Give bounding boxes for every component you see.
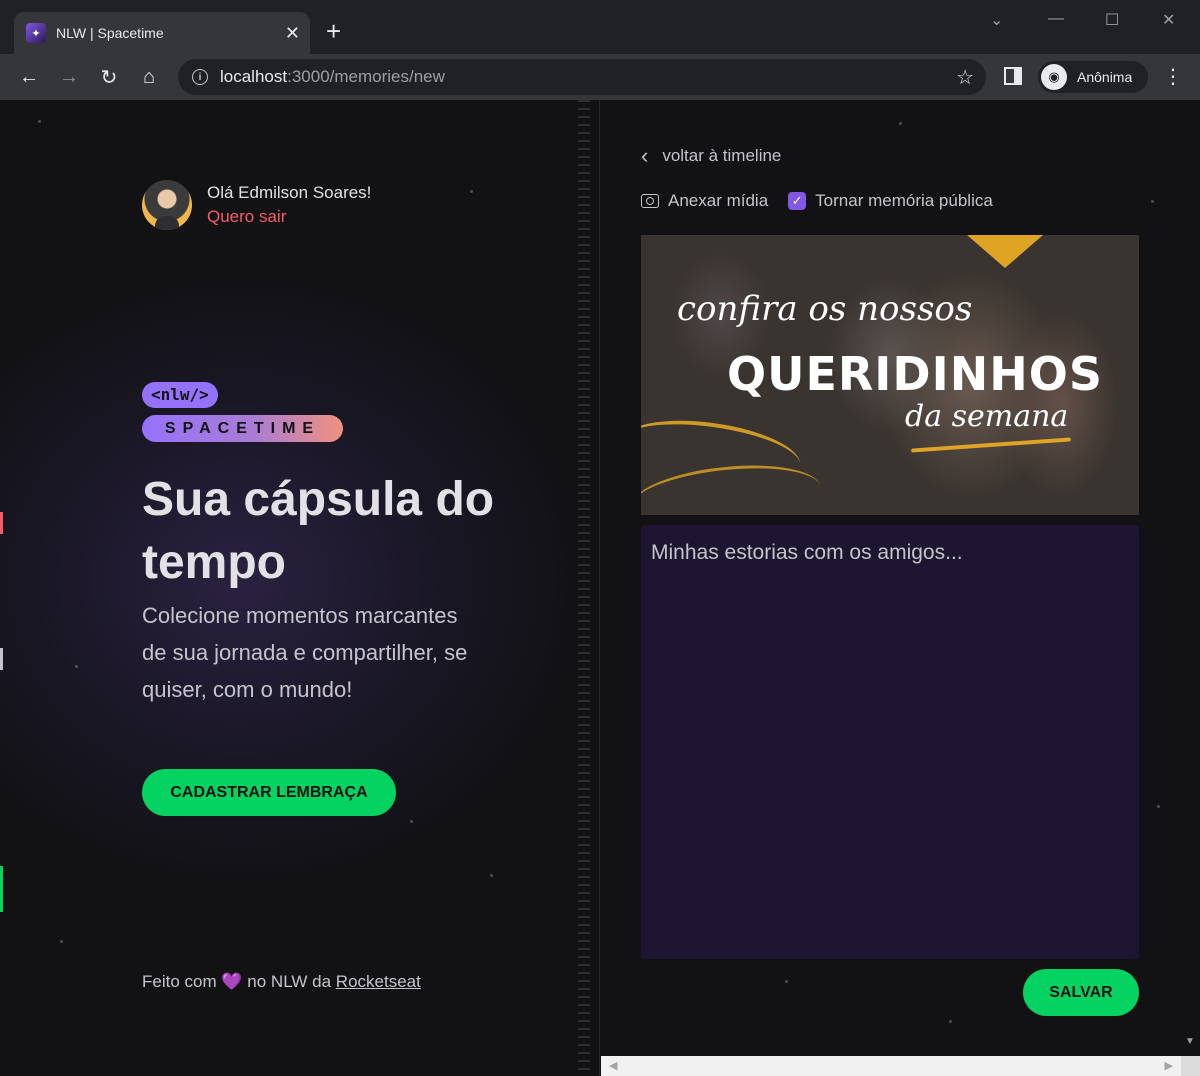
- info-icon[interactable]: i: [192, 69, 208, 85]
- public-label: Tornar memória pública: [815, 191, 993, 210]
- browser-toolbar: ← → ↻ ⌂ i localhost:3000/memories/new ☆ …: [0, 54, 1200, 100]
- incognito-icon: ◉: [1041, 64, 1067, 90]
- form-options: Anexar mídia ✓ Tornar memória pública: [641, 191, 993, 211]
- bookmark-star-icon[interactable]: ☆: [956, 65, 974, 90]
- memory-form: ‹ voltar à timeline Anexar mídia ✓ Torna…: [601, 100, 1181, 1056]
- browser-titlebar: ✦ NLW | Spacetime ✕ + ⌄ — ☐ ✕: [0, 0, 1200, 54]
- public-checkbox[interactable]: ✓: [788, 192, 807, 210]
- divider-stripes: [578, 100, 590, 1076]
- left-panel: Olá Edmilson Soares! Quero sair <nlw/> S…: [0, 100, 600, 1076]
- favicon-icon: ✦: [26, 23, 46, 43]
- nlw-spacetime-logo: <nlw/> SPACETIME: [142, 382, 343, 442]
- close-icon[interactable]: ✕: [285, 23, 300, 44]
- kebab-menu-icon[interactable]: ⋮: [1163, 64, 1183, 90]
- browser-tab[interactable]: ✦ NLW | Spacetime ✕: [14, 12, 310, 54]
- logo-spacetime: SPACETIME: [142, 415, 343, 442]
- preview-line-3: da semana: [905, 399, 1069, 434]
- page-viewport: Olá Edmilson Soares! Quero sair <nlw/> S…: [0, 100, 1200, 1076]
- hero-title: Sua cápsula do tempo: [142, 473, 495, 589]
- attach-media-label: Anexar mídia: [668, 191, 769, 210]
- attach-media-button[interactable]: Anexar mídia: [641, 191, 768, 211]
- back-to-timeline-link[interactable]: ‹ voltar à timeline: [641, 143, 781, 169]
- memory-content-textarea[interactable]: Minhas estorias com os amigos...: [641, 525, 1139, 959]
- side-panel-icon[interactable]: [1004, 67, 1022, 85]
- chevron-left-icon: ‹: [641, 143, 649, 168]
- home-icon[interactable]: ⌂: [134, 62, 164, 92]
- horizontal-scrollbar[interactable]: ◀ ▶: [601, 1056, 1181, 1076]
- avatar: [142, 180, 192, 230]
- hero-description: Colecione momentos marcantes de sua jorn…: [142, 603, 468, 702]
- url-path: :3000/memories/new: [287, 67, 445, 86]
- media-preview-image: confira os nossos QUERIDINHOS da semana: [641, 235, 1139, 515]
- back-arrow-icon[interactable]: ←: [14, 62, 44, 92]
- camera-icon: [641, 194, 659, 208]
- profile-button[interactable]: ◉ Anônima: [1038, 61, 1148, 93]
- scroll-down-arrow-icon[interactable]: ▼: [1185, 1036, 1195, 1047]
- new-tab-button[interactable]: +: [326, 16, 341, 46]
- chevron-down-icon[interactable]: ⌄: [990, 10, 1003, 30]
- edge-marks: [0, 100, 4, 1076]
- maximize-icon[interactable]: ☐: [1105, 10, 1119, 30]
- gold-triangle: [967, 235, 1043, 268]
- scroll-left-arrow-icon[interactable]: ◀: [609, 1059, 617, 1072]
- footer-middle: no NLW da: [247, 972, 332, 991]
- public-memory-option[interactable]: ✓ Tornar memória pública: [788, 191, 993, 211]
- scrollbar-corner: [1181, 1056, 1200, 1076]
- preview-line-2: QUERIDINHOS: [727, 347, 1103, 401]
- save-button[interactable]: SALVAR: [1023, 969, 1139, 1016]
- scroll-right-arrow-icon[interactable]: ▶: [1165, 1059, 1173, 1072]
- back-label: voltar à timeline: [662, 146, 782, 165]
- window-close-icon[interactable]: ✕: [1162, 10, 1175, 30]
- forward-arrow-icon[interactable]: →: [54, 62, 84, 92]
- register-memory-button[interactable]: CADASTRAR LEMBRAÇA: [142, 769, 396, 816]
- vertical-scrollbar[interactable]: [1181, 100, 1200, 1056]
- heart-icon: 💜: [221, 972, 243, 991]
- footer-prefix: Feito com: [142, 972, 217, 991]
- footer: Feito com 💜 no NLW da Rocketseat: [142, 972, 421, 992]
- preview-line-1: confira os nossos: [677, 289, 973, 329]
- profile-label: Anônima: [1077, 69, 1133, 85]
- logo-nlw: <nlw/>: [142, 382, 218, 408]
- reload-icon[interactable]: ↻: [94, 62, 124, 92]
- minimize-icon[interactable]: —: [1048, 10, 1064, 28]
- user-info: Olá Edmilson Soares! Quero sair: [142, 180, 371, 230]
- address-bar[interactable]: i localhost:3000/memories/new ☆: [178, 59, 986, 95]
- logout-link[interactable]: Quero sair: [207, 205, 371, 229]
- user-greeting: Olá Edmilson Soares!: [207, 183, 372, 202]
- tab-title: NLW | Spacetime: [56, 25, 164, 41]
- rocketseat-link[interactable]: Rocketseat: [336, 972, 421, 991]
- url-host: localhost: [220, 67, 288, 86]
